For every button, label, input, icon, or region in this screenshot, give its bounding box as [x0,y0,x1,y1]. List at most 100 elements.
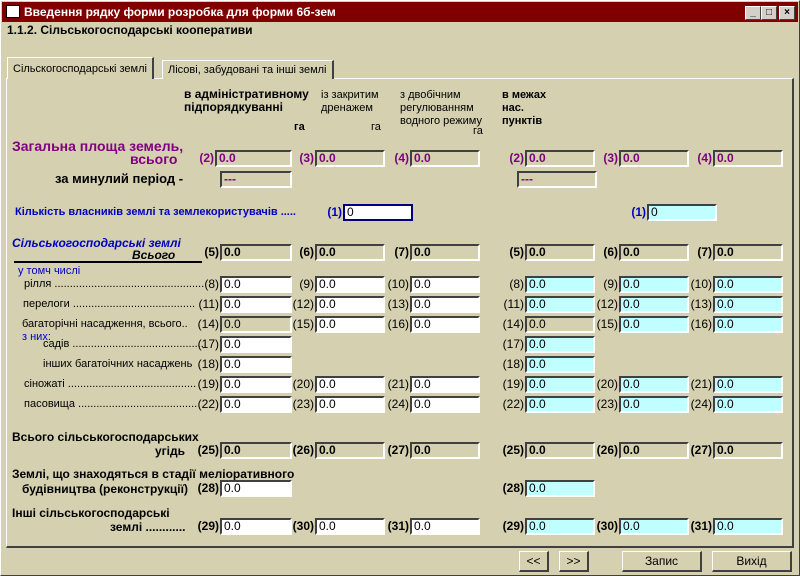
field-r8c[interactable]: 0.0 [410,276,480,293]
label-other-perennial: інших багатоічних насаджень [43,358,193,370]
label-reclamation-2: будівництва (реконструкції) [22,482,188,496]
field-r22e[interactable]: 0.0 [619,396,689,413]
field-r11e[interactable]: 0.0 [619,296,689,313]
label-agri-total: Всього [132,248,176,262]
field-number-r29b: (30) [292,519,314,533]
field-r29b[interactable]: 0.0 [315,518,385,535]
field-number-r29e: (30) [596,519,618,533]
field-r19b[interactable]: 0.0 [315,376,385,393]
minimize-button[interactable]: _ [745,6,761,20]
field-number-r28d: (28) [502,481,524,495]
field-number-r8f: (10) [690,277,712,291]
field-r25d: 0.0 [525,442,595,459]
field-r29d[interactable]: 0.0 [525,518,595,535]
field-r1d[interactable]: 0 [647,204,717,221]
field-number-r14d: (14) [502,317,524,331]
field-number-r25b: (26) [292,443,314,457]
field-r8e[interactable]: 0.0 [619,276,689,293]
field-number-r25e: (26) [596,443,618,457]
field-r19d[interactable]: 0.0 [525,376,595,393]
header-double-unit: га [473,125,483,137]
field-r2e: 0.0 [619,150,689,167]
field-r8f[interactable]: 0.0 [713,276,783,293]
field-r8b[interactable]: 0.0 [315,276,385,293]
field-number-r19e: (20) [596,377,618,391]
prev-button[interactable]: << [519,551,549,572]
field-r29c[interactable]: 0.0 [410,518,480,535]
field-number-r18d: (18) [502,357,524,371]
field-number-r2f: (4) [697,151,712,165]
label-arable: рілля ..................................… [24,278,205,290]
field-number-r29c: (31) [387,519,409,533]
field-r22f[interactable]: 0.0 [713,396,783,413]
save-button[interactable]: Запис [622,551,702,572]
maximize-button[interactable]: □ [761,6,777,20]
field-number-r5a: (5) [204,245,219,259]
field-r22d[interactable]: 0.0 [525,396,595,413]
field-number-r2b: (3) [299,151,314,165]
field-r2c: 0.0 [410,150,480,167]
field-r11b[interactable]: 0.0 [315,296,385,313]
field-number-r5b: (6) [299,245,314,259]
field-number-r14c: (16) [387,317,409,331]
field-number-r22e: (23) [596,397,618,411]
field-r19e[interactable]: 0.0 [619,376,689,393]
label-total-area-2: всього [130,151,178,167]
field-number-r28a: (28) [197,481,219,495]
field-number-r11c: (13) [387,297,409,311]
field-r29f[interactable]: 0.0 [713,518,783,535]
field-number-r22d: (22) [502,397,524,411]
field-r29e[interactable]: 0.0 [619,518,689,535]
header-drain: із закритим дренажем [321,89,379,114]
field-number-r1d: (1) [631,205,646,219]
tab-agricultural-lands[interactable]: Сільскогосподарські землі [7,57,154,79]
field-number-r8c: (10) [387,277,409,291]
header-settlements: в межах нас. пунктів [502,89,547,127]
field-r8d[interactable]: 0.0 [525,276,595,293]
field-number-r5d: (5) [509,245,524,259]
field-r18a[interactable]: 0.0 [220,356,292,373]
field-number-r19b: (20) [292,377,314,391]
field-number-r18a: (18) [197,357,219,371]
field-number-r11a: (11) [198,297,219,311]
field-r14b[interactable]: 0.0 [315,316,385,333]
field-r17d[interactable]: 0.0 [525,336,595,353]
field-number-r5e: (6) [603,245,618,259]
field-r14f[interactable]: 0.0 [713,316,783,333]
field-r14e[interactable]: 0.0 [619,316,689,333]
header-admin: в адміністративному підпорядкуванні [184,87,309,114]
field-number-r14e: (15) [596,317,618,331]
tab-forest-lands[interactable]: Лісові, забудовані та інші землі [162,60,334,79]
exit-button[interactable]: Вихід [712,551,792,572]
field-number-r1a: (1) [327,205,342,219]
close-button[interactable]: × [779,6,795,20]
field-r28a[interactable]: 0.0 [220,480,292,497]
field-r11f[interactable]: 0.0 [713,296,783,313]
field-r14c[interactable]: 0.0 [410,316,480,333]
field-number-r2e: (3) [603,151,618,165]
field-r19c[interactable]: 0.0 [410,376,480,393]
field-r22c[interactable]: 0.0 [410,396,480,413]
field-pa: --- [220,171,292,188]
field-r19f[interactable]: 0.0 [713,376,783,393]
field-r25e: 0.0 [619,442,689,459]
field-number-r2d: (2) [509,151,524,165]
label-fallow: перелоги ...............................… [23,298,196,310]
field-r22b[interactable]: 0.0 [315,396,385,413]
field-r11d[interactable]: 0.0 [525,296,595,313]
field-r18d[interactable]: 0.0 [525,356,595,373]
field-number-r29d: (29) [502,519,524,533]
field-number-r22b: (23) [292,397,314,411]
divider [14,261,202,263]
field-r1a[interactable]: 0 [343,204,413,221]
field-number-r8e: (9) [603,277,618,291]
field-r17a[interactable]: 0.0 [220,336,292,353]
label-owners: Кількість власників землі та землекорист… [15,206,296,218]
next-button[interactable]: >> [559,551,589,572]
field-number-r19c: (21) [387,377,409,391]
field-r28d[interactable]: 0.0 [525,480,595,497]
field-number-r17a: (17) [197,337,219,351]
field-number-r2a: (2) [199,151,214,165]
field-r11c[interactable]: 0.0 [410,296,480,313]
field-number-r25f: (27) [690,443,712,457]
